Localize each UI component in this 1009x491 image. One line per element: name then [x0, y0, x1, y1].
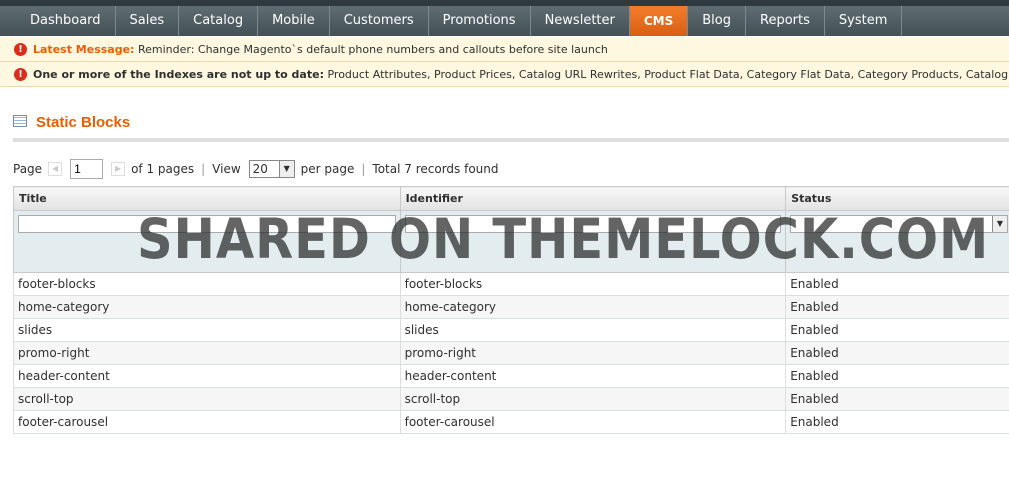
cell-status: Enabled: [785, 364, 1009, 388]
nav-item-catalog[interactable]: Catalog: [179, 6, 259, 36]
cell-title: footer-blocks: [13, 272, 401, 296]
nav-item-newsletter[interactable]: Newsletter: [531, 6, 630, 36]
watermark: SHARED ON THEMELOCK.COM: [137, 207, 990, 271]
cell-title: slides: [13, 318, 401, 342]
separator: |: [201, 162, 206, 176]
cell-identifier: promo-right: [399, 341, 787, 365]
chevron-down-icon: ▼: [992, 216, 1007, 232]
view-label: View: [212, 162, 241, 176]
table-row[interactable]: scroll-top scroll-top Enabled: [13, 387, 1009, 411]
per-page-value: 20: [252, 162, 268, 176]
nav-item-sales[interactable]: Sales: [116, 6, 180, 36]
prev-page-icon[interactable]: ◀: [48, 162, 63, 176]
index-warning-bar: ! One or more of the Indexes are not up …: [0, 62, 1009, 87]
cell-status: Enabled: [785, 341, 1009, 365]
table-row[interactable]: slides slides Enabled: [13, 318, 1009, 342]
error-icon: !: [14, 43, 27, 56]
page-header: Static Blocks: [13, 112, 1009, 142]
table-row[interactable]: footer-carousel footer-carousel Enabled: [13, 410, 1009, 434]
nav-item-blog[interactable]: Blog: [688, 6, 746, 36]
cell-identifier: slides: [399, 318, 787, 342]
cell-status: Enabled: [785, 318, 1009, 342]
nav-item-mobile[interactable]: Mobile: [258, 6, 330, 36]
latest-message-label: Latest Message:: [33, 43, 135, 56]
table-row[interactable]: footer-blocks footer-blocks Enabled: [13, 272, 1009, 296]
per-page-label: per page: [300, 162, 355, 176]
per-page-select[interactable]: 20 ▼: [248, 160, 295, 178]
cell-status: Enabled: [785, 410, 1009, 434]
cell-status: Enabled: [785, 295, 1009, 319]
total-records: Total 7 records found: [372, 162, 499, 176]
cell-status: Enabled: [785, 387, 1009, 411]
page-label: Page: [13, 162, 43, 176]
separator: |: [361, 162, 366, 176]
cell-identifier: scroll-top: [399, 387, 787, 411]
latest-message-text[interactable]: Reminder: Change Magento`s default phone…: [138, 43, 608, 56]
latest-message-bar: ! Latest Message: Reminder: Change Magen…: [0, 37, 1009, 62]
cell-identifier: home-category: [399, 295, 787, 319]
nav-item-dashboard[interactable]: Dashboard: [16, 6, 116, 36]
top-nav: Dashboard Sales Catalog Mobile Customers…: [0, 0, 1009, 36]
nav-item-promotions[interactable]: Promotions: [429, 6, 531, 36]
next-page-icon[interactable]: ▶: [111, 162, 126, 176]
nav-item-system[interactable]: System: [825, 6, 903, 36]
nav-item-customers[interactable]: Customers: [330, 6, 429, 36]
error-icon: !: [14, 68, 27, 81]
cell-title: promo-right: [13, 341, 401, 365]
nav-item-reports[interactable]: Reports: [746, 6, 825, 36]
chevron-down-icon: ▼: [278, 161, 294, 177]
index-warning-label: One or more of the Indexes are not up to…: [33, 68, 324, 81]
cell-status: Enabled: [785, 272, 1009, 296]
pager: Page ◀ ▶ of 1 pages | View 20 ▼ per page…: [13, 158, 499, 180]
table-row[interactable]: header-content header-content Enabled: [13, 364, 1009, 388]
grid-icon: [13, 115, 27, 127]
table-row[interactable]: promo-right promo-right Enabled: [13, 341, 1009, 365]
cell-identifier: header-content: [399, 364, 787, 388]
page-title: Static Blocks: [36, 114, 131, 131]
cell-title: header-content: [13, 364, 401, 388]
nav-item-cms[interactable]: CMS: [629, 6, 689, 36]
cell-title: footer-carousel: [13, 410, 401, 434]
cell-title: home-category: [13, 295, 401, 319]
page-input[interactable]: [70, 159, 104, 179]
cell-title: scroll-top: [13, 387, 401, 411]
cell-identifier: footer-carousel: [399, 410, 787, 434]
cell-identifier: footer-blocks: [399, 272, 787, 296]
table-row[interactable]: home-category home-category Enabled: [13, 295, 1009, 319]
index-warning-text[interactable]: Product Attributes, Product Prices, Cata…: [327, 68, 1009, 81]
of-pages-text: of 1 pages: [131, 162, 195, 176]
